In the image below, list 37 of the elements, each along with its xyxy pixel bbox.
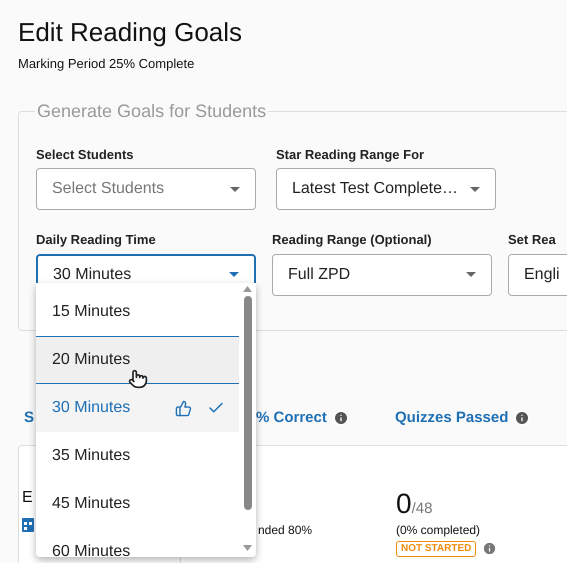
dropdown-option[interactable]: 60 Minutes [36, 528, 239, 557]
caret-icon [466, 272, 476, 277]
field-label: Set Rea [508, 231, 557, 249]
dropdown-option[interactable]: 30 Minutes [36, 384, 239, 432]
info-icon[interactable] [482, 541, 498, 556]
field-label: Reading Range (Optional) [272, 231, 433, 249]
student-name: E [22, 488, 33, 508]
page-subtitle: Marking Period 25% Complete [18, 55, 194, 73]
hand-cursor-icon [128, 369, 148, 389]
caret-icon [230, 186, 240, 192]
completion-text: (0% completed) [396, 522, 480, 538]
select-field[interactable]: Full ZPD [272, 254, 492, 296]
dropdown-option[interactable]: 35 Minutes [36, 432, 239, 480]
info-icon[interactable] [332, 410, 349, 426]
column-header[interactable]: % Correct [256, 406, 327, 429]
field-label: Select Students [36, 146, 135, 164]
page-title: Edit Reading Goals [18, 16, 242, 48]
scroll-up-arrow-icon[interactable] [243, 286, 252, 292]
dropdown-option[interactable]: 20 Minutes [36, 336, 239, 384]
column-header[interactable]: S [24, 406, 34, 429]
caret-icon [229, 272, 239, 277]
select-field[interactable]: Engli [508, 254, 567, 296]
field-label: Daily Reading Time [36, 231, 157, 249]
select-field[interactable]: Latest Test Complete… [276, 168, 496, 210]
panel-legend: Generate Goals for Students [35, 98, 268, 124]
info-icon[interactable] [514, 410, 530, 426]
quizzes-count: 0/48 [396, 488, 432, 520]
column-header[interactable]: Quizzes Passed [395, 406, 508, 429]
select-field[interactable]: Select Students [36, 168, 256, 210]
thumbs-up-icon [175, 400, 192, 416]
scroll-down-arrow-icon[interactable] [243, 545, 252, 551]
caret-icon [470, 186, 480, 192]
calendar-icon [22, 518, 34, 532]
dropdown-option[interactable]: 45 Minutes [36, 480, 239, 528]
field-label: Star Reading Range For [276, 146, 426, 164]
status-badge: NOT STARTED [396, 540, 476, 556]
correct-cell: nded 80% [258, 523, 312, 537]
